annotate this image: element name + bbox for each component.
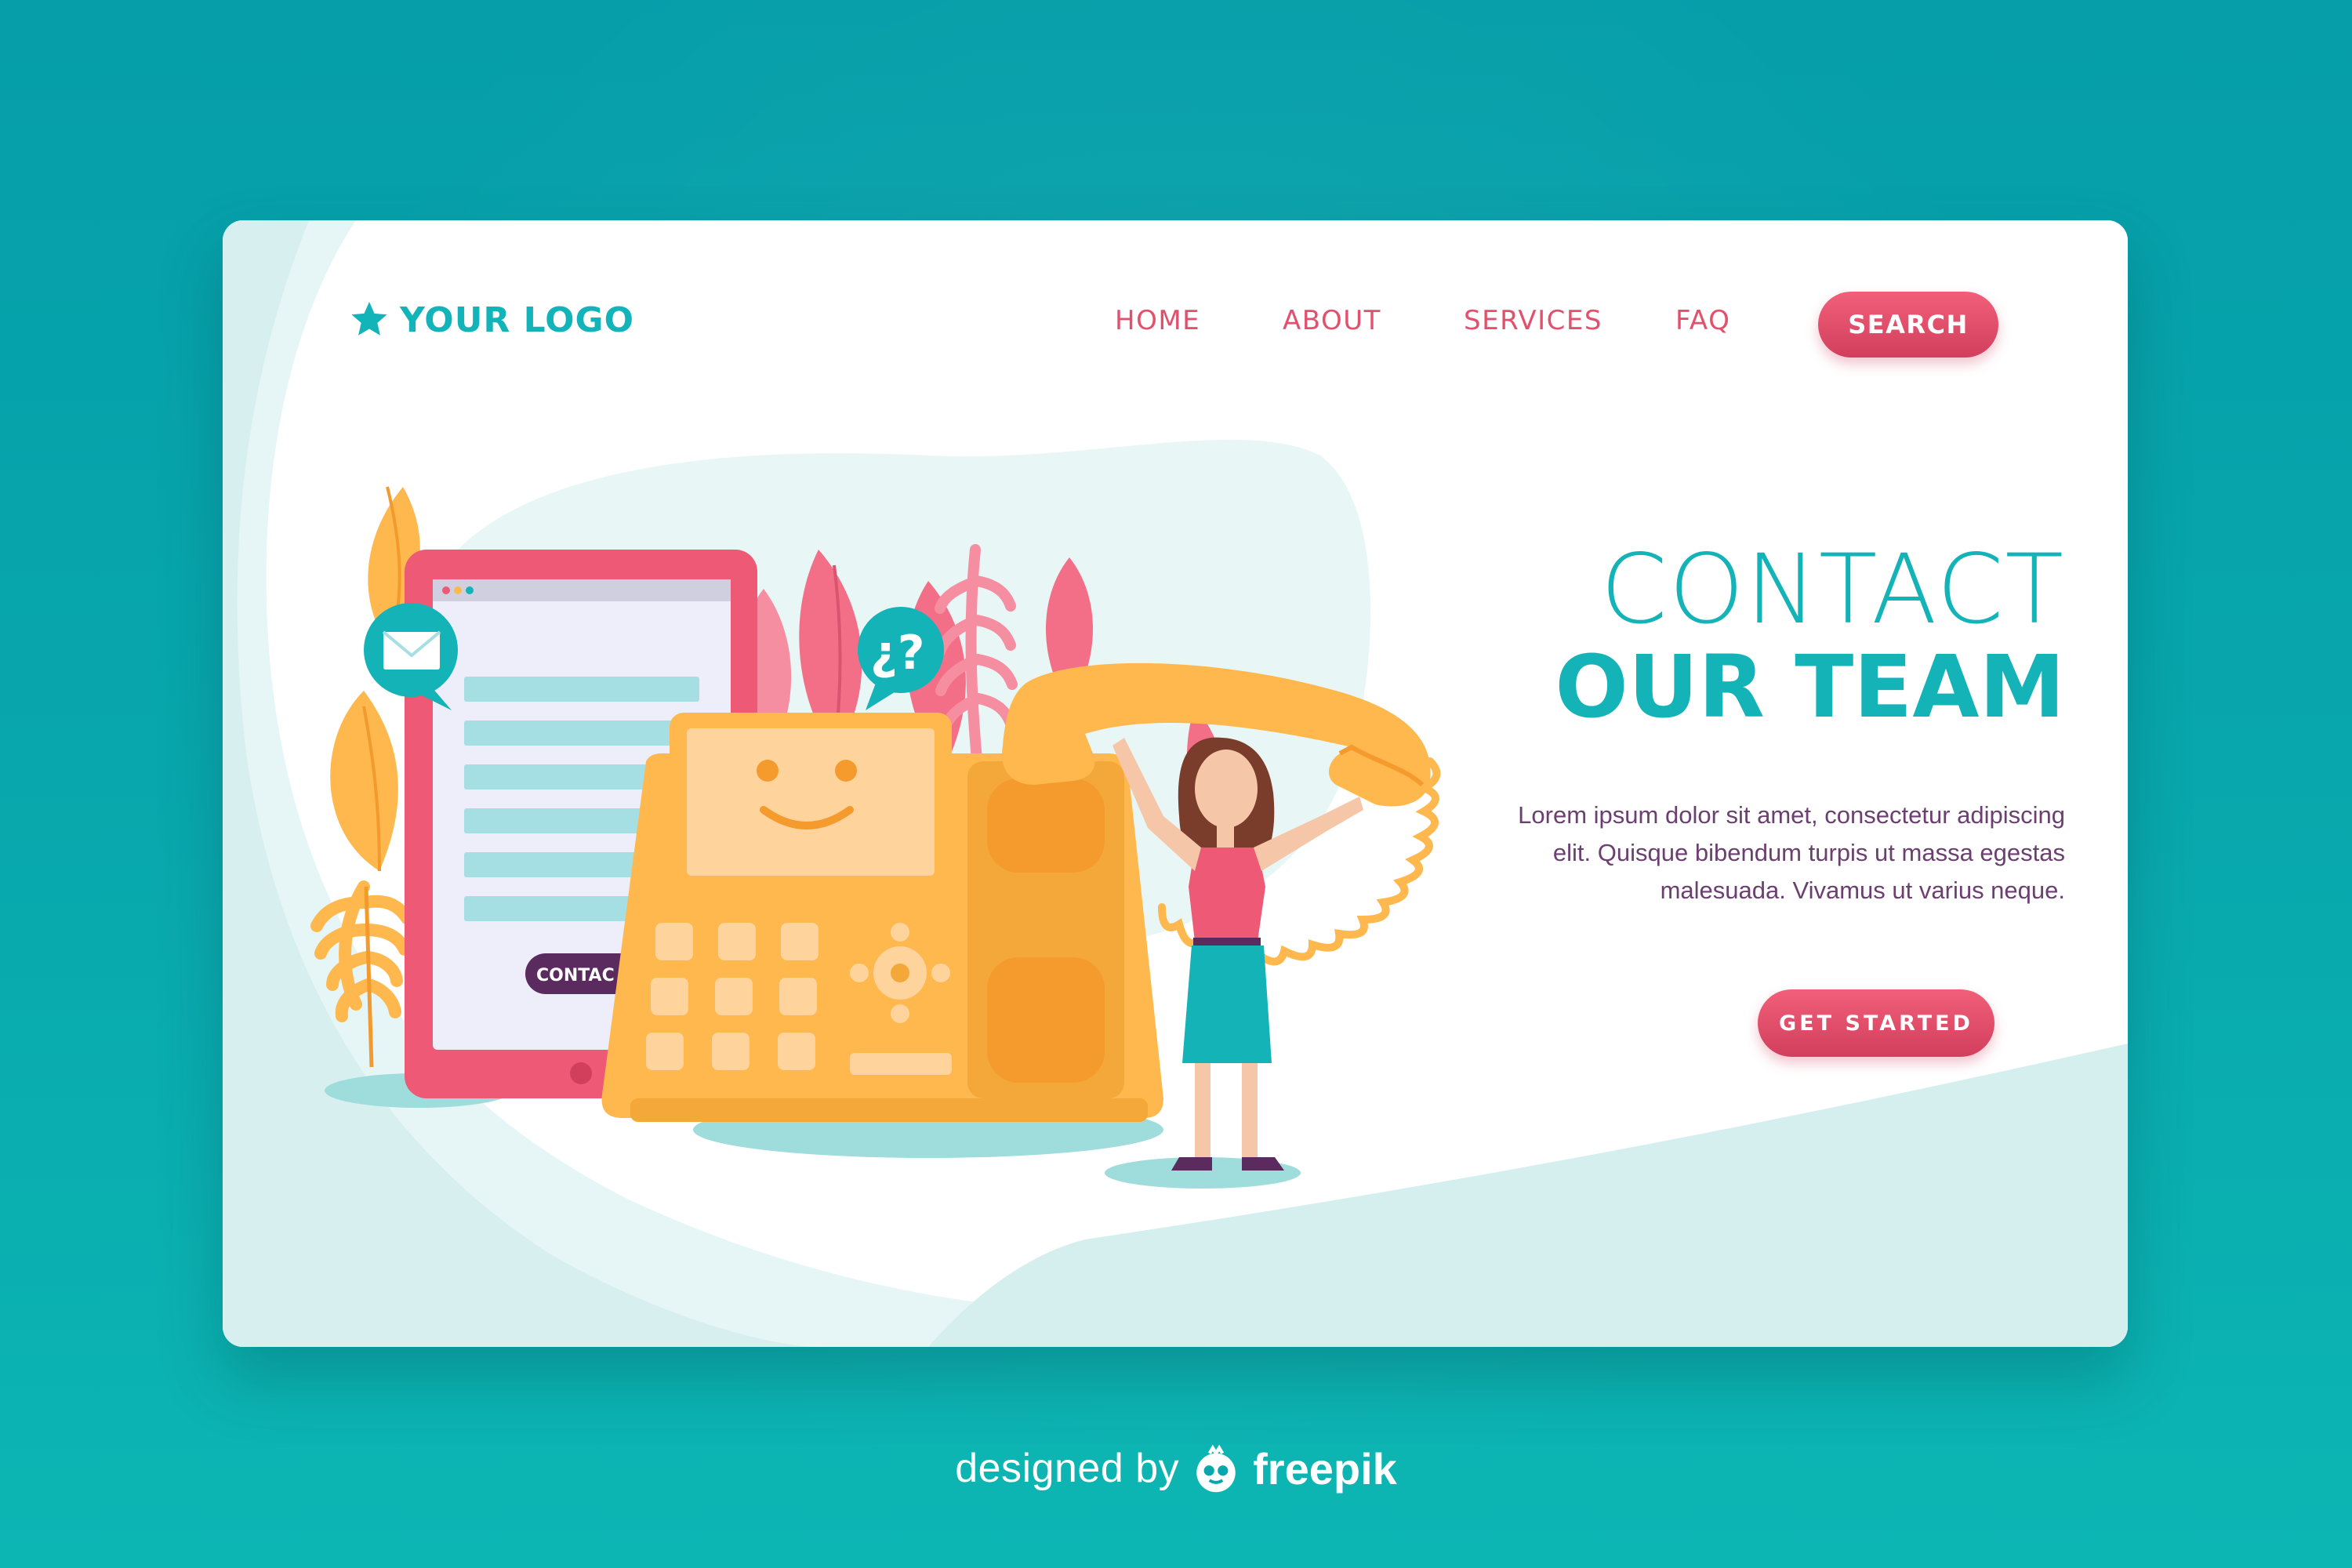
smiley-screen-icon [687, 728, 935, 876]
landing-card: YOUR LOGO HOME ABOUT SERVICES FAQ SEARCH [223, 220, 2128, 1347]
tablet-contact-button-label: CONTAC [536, 966, 615, 985]
get-started-button[interactable]: GET STARTED [1758, 989, 1994, 1057]
freepik-logo-icon [1196, 1444, 1236, 1493]
credit-prefix: designed by [955, 1446, 1180, 1491]
question-bubble-text: ¿? [870, 626, 925, 681]
hero-text-block: CONTACT OUR TEAM Lorem ipsum dolor sit a… [1477, 220, 2065, 1347]
hero-description: Lorem ipsum dolor sit amet, consectetur … [1518, 801, 2065, 904]
designer-credit: designed by freepik [0, 1443, 2352, 1494]
credit-brand: freepik [1253, 1443, 1397, 1494]
headline-contact: CONTACT [1600, 534, 2065, 645]
headline-our-team: OUR TEAM [1555, 637, 2065, 737]
